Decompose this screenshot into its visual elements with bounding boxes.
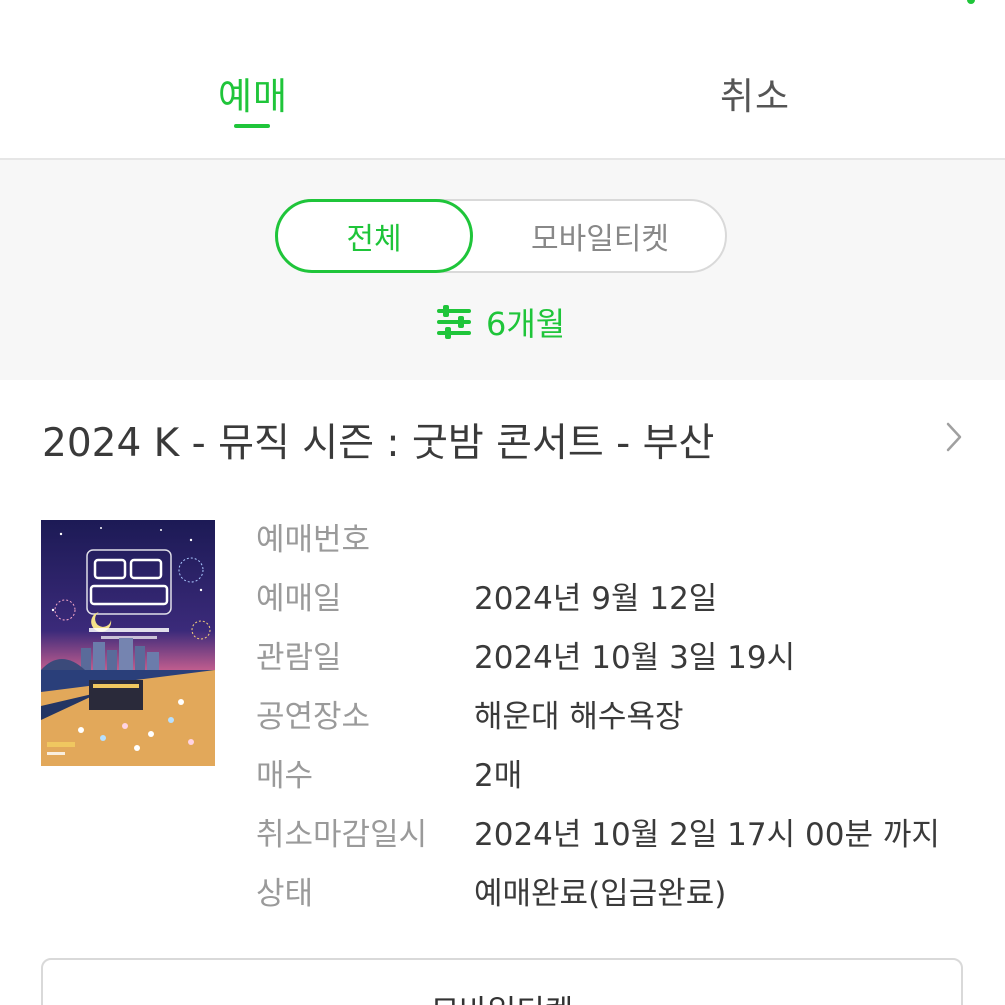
chevron-right-icon[interactable] xyxy=(944,420,964,454)
detail-label: 예매일 xyxy=(256,581,342,617)
detail-value: 2024년 9월 12일 xyxy=(474,581,718,617)
active-tab-indicator xyxy=(234,124,270,128)
period-filter-button[interactable]: 6개월 xyxy=(436,302,566,343)
detail-label: 공연장소 xyxy=(256,699,371,735)
detail-value: 예매완료(입금완료) xyxy=(474,876,727,912)
tab-reserve[interactable]: 예매 xyxy=(218,66,288,120)
sliders-icon xyxy=(437,305,471,339)
corner-indicator xyxy=(967,0,975,4)
event-title[interactable]: 2024 K - 뮤직 시즌 : 굿밤 콘서트 - 부산 xyxy=(42,412,714,468)
filter-all-button[interactable]: 전체 xyxy=(275,199,473,273)
period-label: 6개월 xyxy=(486,305,566,343)
mobile-ticket-button[interactable]: 모바일티켓 xyxy=(41,958,963,1005)
detail-label: 상태 xyxy=(256,876,314,912)
detail-value: 2024년 10월 3일 19시 xyxy=(474,640,796,676)
filter-mobile-ticket-button[interactable]: 모바일티켓 xyxy=(473,201,727,271)
ticket-type-toggle: 전체 모바일티켓 xyxy=(275,199,727,273)
detail-label: 예매번호 xyxy=(256,522,371,558)
detail-value: 2024년 10월 2일 17시 00분 까지 xyxy=(474,817,940,853)
tab-cancel[interactable]: 취소 xyxy=(720,66,790,120)
event-poster-image xyxy=(41,520,215,766)
detail-label: 취소마감일시 xyxy=(256,817,428,853)
detail-value: 2매 xyxy=(474,758,523,794)
detail-value: 해운대 해수욕장 xyxy=(474,699,684,735)
detail-label: 관람일 xyxy=(256,640,342,676)
filter-area: 전체 모바일티켓 6개월 xyxy=(0,160,1005,380)
booking-history-page: 예매 취소 전체 모바일티켓 6개월 2024 K - 뮤직 시즌 : 굿밤 콘… xyxy=(0,0,1005,1005)
detail-label: 매수 xyxy=(256,758,314,794)
top-tabs: 예매 취소 xyxy=(0,0,1005,160)
